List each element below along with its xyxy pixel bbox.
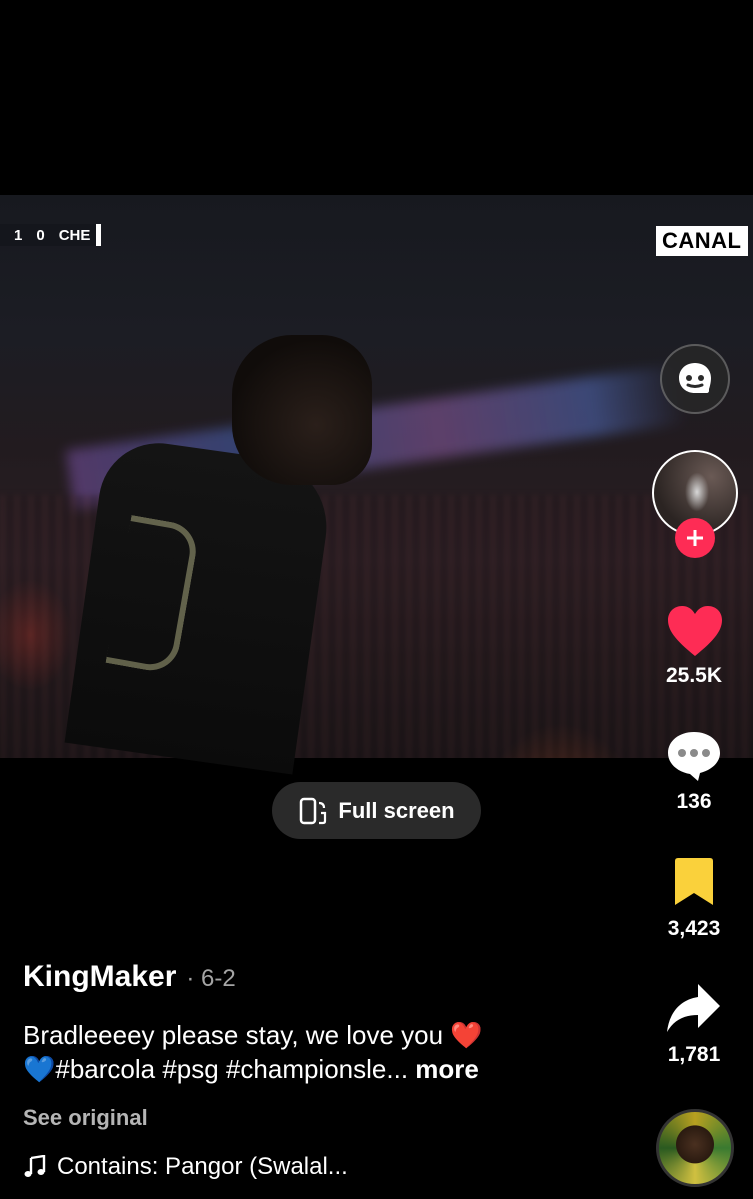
- question-answer-button[interactable]: [660, 344, 730, 414]
- question-answer-icon: [679, 363, 711, 393]
- caption-more-link[interactable]: more: [415, 1054, 479, 1084]
- share-button[interactable]: [664, 982, 722, 1034]
- music-title: Contains: Pangor (Swalal...: [57, 1153, 348, 1180]
- like-count: 25.5K: [665, 664, 723, 687]
- comment-button[interactable]: [664, 728, 724, 784]
- away-team: CHE: [58, 226, 91, 244]
- heart-icon: [668, 606, 722, 656]
- caption-line-1: Bradleeeey please stay, we love you ❤️: [23, 1020, 483, 1050]
- like-button[interactable]: [664, 602, 726, 660]
- music-note-icon: [24, 1155, 46, 1177]
- see-original-link[interactable]: See original: [23, 1105, 148, 1131]
- caption[interactable]: Bradleeeey please stay, we love you ❤️ 💙…: [23, 1018, 603, 1086]
- comment-count: 136: [676, 790, 712, 813]
- music-disc[interactable]: [656, 1109, 734, 1187]
- scoreboard: 1 0 CHE: [0, 224, 102, 246]
- post-date: · 6-2: [186, 965, 236, 992]
- home-score: 1: [14, 226, 23, 244]
- follow-button[interactable]: [675, 518, 715, 558]
- save-button[interactable]: [672, 857, 716, 907]
- fullscreen-rotate-icon: [300, 797, 327, 824]
- author-row: KingMaker · 6-2: [23, 960, 236, 994]
- bookmark-icon: [675, 858, 713, 905]
- full-screen-label: Full screen: [338, 797, 455, 823]
- away-score: 0: [36, 226, 45, 244]
- full-screen-button[interactable]: Full screen: [272, 782, 481, 839]
- save-count: 3,423: [667, 917, 721, 940]
- plus-icon: [687, 530, 703, 546]
- music-row[interactable]: Contains: Pangor (Swalal...: [23, 1153, 348, 1181]
- share-arrow-icon: [667, 984, 720, 1032]
- creator-avatar-wrap[interactable]: [652, 450, 738, 558]
- caption-hashtags: 💙#barcola #psg #championsle...: [23, 1054, 409, 1084]
- player-head: [232, 335, 372, 485]
- caption-line-2: 💙#barcola #psg #championsle... more: [23, 1052, 603, 1086]
- comment-bubble-icon: [668, 732, 720, 781]
- share-count: 1,781: [667, 1043, 721, 1066]
- author-name[interactable]: KingMaker: [23, 960, 176, 994]
- broadcaster-logo: CANAL: [656, 226, 748, 256]
- player-figure: [64, 435, 336, 775]
